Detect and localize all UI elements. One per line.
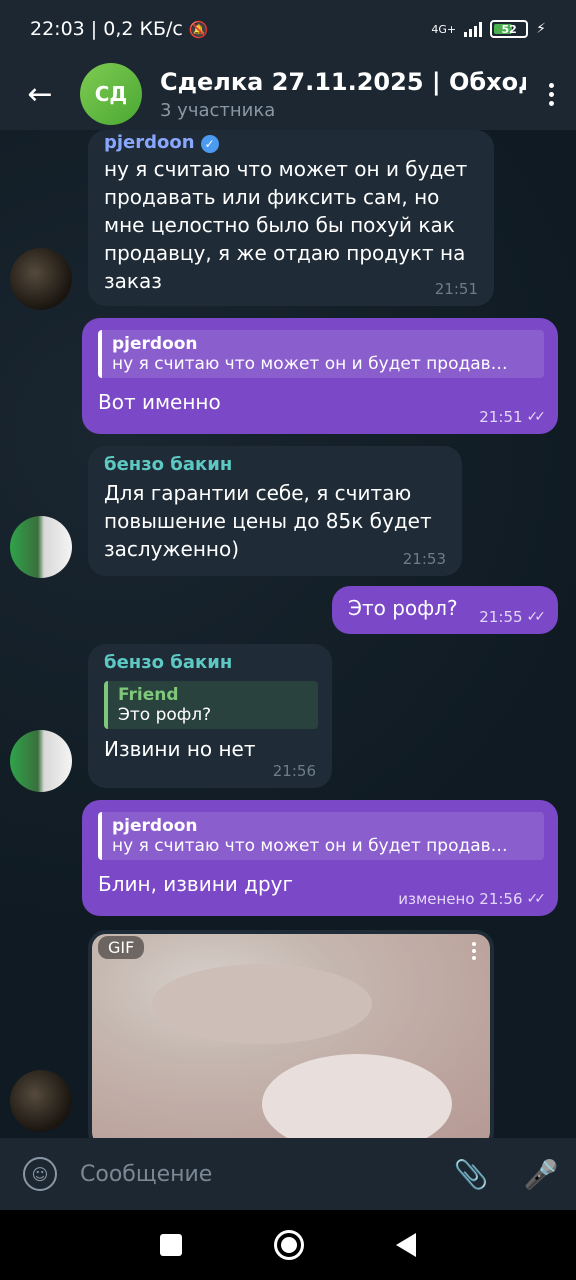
status-time: 22:03 | 0,2 КБ/с <box>30 18 183 40</box>
sender-avatar[interactable] <box>10 248 72 310</box>
reply-name: Friend <box>118 685 179 705</box>
charging-icon: ⚡ <box>536 21 546 37</box>
message-time: 21:56 <box>272 762 316 780</box>
message-sender[interactable]: бензо бакин <box>104 454 446 475</box>
double-check-icon: ✓✓ <box>526 891 547 907</box>
gif-badge: GIF <box>98 936 145 959</box>
message-incoming[interactable]: pjerdoon ✓ ну я считаю что может он и буд… <box>88 130 494 306</box>
sender-avatar[interactable] <box>10 1070 72 1132</box>
message-text: Для гарантии себе, я считаю повышение це… <box>104 481 432 561</box>
message-incoming[interactable]: бензо бакин Для гарантии себе, я считаю … <box>88 446 462 576</box>
reply-text: ну я считаю что может он и будет продав… <box>112 354 508 374</box>
message-sender[interactable]: бензо бакин <box>104 652 316 673</box>
reply-quote[interactable]: pjerdoon ну я считаю что может он и буде… <box>98 812 544 860</box>
status-bar: 22:03 | 0,2 КБ/с 🔕 4G+ 52 ⚡ <box>0 0 576 58</box>
message-outgoing[interactable]: pjerdoon ну я считаю что может он и буде… <box>82 800 558 916</box>
message-time: 21:55 <box>479 608 523 626</box>
paperclip-icon: 📎 <box>453 1157 489 1191</box>
battery-icon: 52 <box>490 20 529 38</box>
message-outgoing[interactable]: Это рофл? 21:55 ✓✓ <box>332 586 558 634</box>
smile-icon: ☺ <box>23 1157 57 1191</box>
system-nav-bar <box>0 1210 576 1280</box>
mic-button[interactable]: 🎤 <box>506 1158 576 1191</box>
chat-title: Сделка 27.11.2025 | Обход <box>160 67 526 96</box>
message-input-bar: ☺ 📎 🎤 <box>0 1138 576 1210</box>
message-list[interactable]: pjerdoon ✓ ну я считаю что может он и буд… <box>0 130 576 1138</box>
sender-avatar[interactable] <box>10 730 72 792</box>
status-right: 4G+ 52 ⚡ <box>431 20 546 38</box>
message-text: ну я считаю что может он и будет продава… <box>104 157 468 293</box>
more-menu-icon[interactable] <box>526 82 576 106</box>
nav-back-icon[interactable] <box>396 1233 416 1257</box>
reply-quote[interactable]: Friend Это рофл? <box>104 681 318 729</box>
chat-avatar[interactable]: СД <box>80 63 142 125</box>
verified-badge-icon: ✓ <box>200 134 219 153</box>
sender-avatar[interactable] <box>10 516 72 578</box>
message-text: Извини но нет <box>104 737 256 761</box>
mute-icon: 🔕 <box>188 19 209 39</box>
recents-icon[interactable] <box>160 1234 182 1256</box>
message-time: изменено 21:56 <box>398 890 523 908</box>
reply-quote[interactable]: pjerdoon ну я считаю что может он и буде… <box>98 330 544 378</box>
reply-text: Это рофл? <box>118 705 212 725</box>
message-time-wrap: изменено 21:56 ✓✓ <box>398 890 547 908</box>
gif-menu-icon[interactable] <box>472 942 476 960</box>
chat-avatar-initials: СД <box>94 82 128 106</box>
chat-participants: 3 участника <box>160 99 276 121</box>
message-time: 21:51 <box>479 408 523 426</box>
message-time-wrap: 21:51 ✓✓ <box>479 408 547 426</box>
reply-name: pjerdoon <box>112 334 198 354</box>
microphone-icon: 🎤 <box>523 1157 559 1191</box>
network-label: 4G+ <box>431 22 457 36</box>
chat-header: ← СД Сделка 27.11.2025 | Обход 3 участни… <box>0 58 576 130</box>
back-arrow-icon[interactable]: ← <box>0 58 80 130</box>
emoji-button[interactable]: ☺ <box>0 1157 80 1191</box>
gif-message[interactable]: GIF <box>88 930 494 1138</box>
message-input[interactable] <box>80 1138 436 1210</box>
battery-level: 52 <box>501 22 517 36</box>
message-text: Вот именно <box>98 390 221 414</box>
signal-icon <box>464 21 483 37</box>
reply-name: pjerdoon <box>112 816 198 836</box>
message-time: 21:51 <box>434 280 478 298</box>
chat-info[interactable]: Сделка 27.11.2025 | Обход 3 участника <box>160 68 526 121</box>
message-time-wrap: 21:55 ✓✓ <box>479 608 547 626</box>
attach-button[interactable]: 📎 <box>436 1158 506 1191</box>
message-sender[interactable]: pjerdoon <box>104 132 195 153</box>
message-time: 21:53 <box>402 550 446 568</box>
message-incoming[interactable]: бензо бакин Friend Это рофл? Извини но н… <box>88 644 332 788</box>
message-outgoing[interactable]: pjerdoon ну я считаю что может он и буде… <box>82 318 558 434</box>
reply-text: ну я считаю что может он и будет продав… <box>112 836 508 856</box>
home-icon[interactable] <box>274 1230 304 1260</box>
double-check-icon: ✓✓ <box>526 409 547 425</box>
double-check-icon: ✓✓ <box>526 609 547 625</box>
